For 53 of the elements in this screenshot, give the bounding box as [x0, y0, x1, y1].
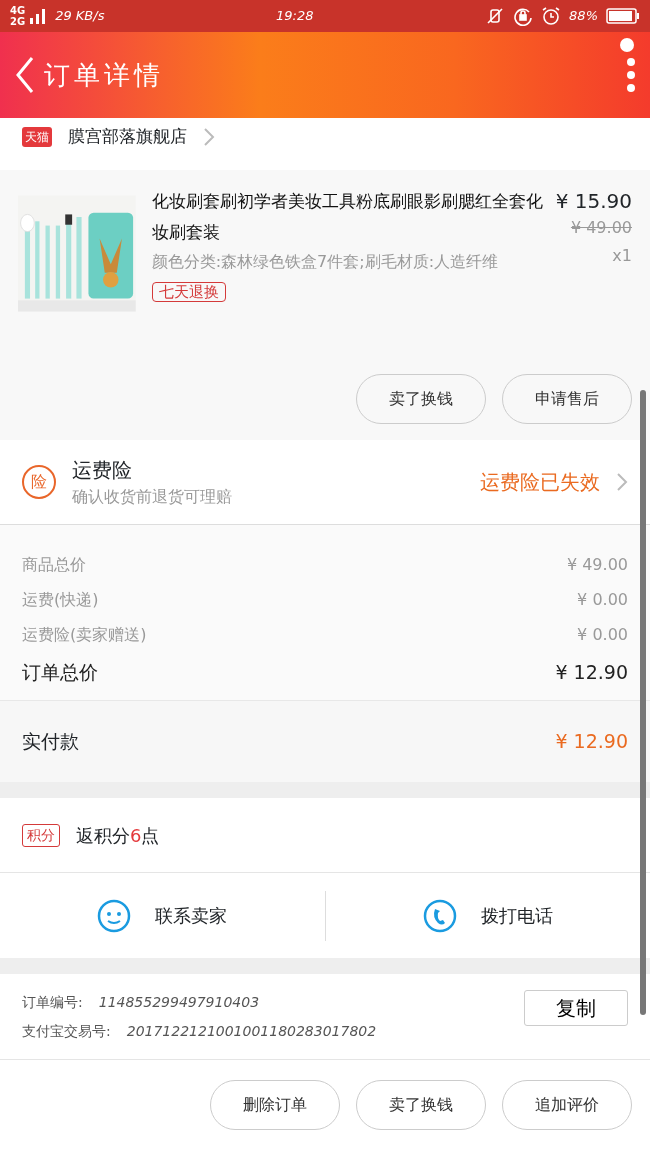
action-button[interactable]: 卖了换钱: [356, 374, 486, 424]
product-title[interactable]: 化妆刷套刷初学者美妆工具粉底刷眼影刷腮红全套化妆刷套装: [151, 186, 546, 248]
insurance-title: 运费险: [72, 457, 133, 484]
cost-value: ¥ 49.00: [566, 553, 628, 576]
cost-label: 运费险(卖家赠送): [22, 623, 147, 646]
quantity: x1: [612, 245, 632, 267]
contact-button[interactable]: 联系卖家: [0, 890, 325, 941]
cost-label: 商品总价: [22, 553, 86, 576]
order-total-label: 订单总价: [22, 659, 98, 685]
phone-icon: [422, 898, 457, 933]
cost-value: ¥ 0.00: [577, 588, 628, 611]
original-price: ¥ 49.00: [570, 217, 632, 239]
chat-icon: [97, 898, 132, 933]
product-variant: 颜色分类:森林绿色铁盒7件套;刷毛材质:人造纤维: [151, 251, 500, 273]
mute-icon: [485, 7, 506, 25]
cost-value: ¥ 0.00: [577, 623, 628, 646]
return-policy-tag: 七天退换: [151, 282, 226, 302]
paid-amount: ¥ 12.90: [555, 729, 628, 755]
network-label: 2G: [10, 16, 26, 27]
action-button[interactable]: 追加评价: [502, 1079, 632, 1130]
cost-label: 运费(快递): [22, 588, 99, 611]
points-text: 返积分6点: [76, 823, 160, 848]
network-speed: 29 KB/s: [55, 7, 105, 26]
info-label: 支付宝交易号:: [22, 1021, 111, 1041]
product-price: ¥ 15.90: [555, 188, 632, 215]
info-label: 订单编号:: [22, 992, 83, 1012]
alarm-icon: [541, 6, 562, 26]
order-total-value: ¥ 12.90: [555, 659, 628, 685]
points-badge: 积分: [22, 823, 60, 847]
chevron-right-icon: [616, 472, 628, 492]
rotation-lock-icon: [513, 6, 534, 26]
action-button[interactable]: 卖了换钱: [356, 1079, 486, 1130]
scrollbar[interactable]: [640, 390, 646, 1015]
copy-button[interactable]: 复制: [524, 990, 628, 1026]
paid-label: 实付款: [22, 729, 79, 755]
more-icon[interactable]: [626, 57, 636, 93]
info-value: 114855299497910403: [98, 992, 260, 1012]
insurance-icon: 险: [22, 465, 56, 499]
notification-dot: [620, 38, 634, 52]
action-button[interactable]: 删除订单: [210, 1079, 340, 1130]
battery-percentage: 88%: [569, 7, 598, 26]
network-label: 4G: [10, 5, 26, 16]
clock: 19:28: [275, 7, 315, 26]
signal-icon: [29, 8, 48, 24]
back-icon[interactable]: [14, 55, 36, 95]
store-name[interactable]: 膜宫部落旗舰店: [68, 124, 187, 150]
store-badge: 天猫: [22, 127, 52, 147]
insurance-subtitle: 确认收货前退货可理赔: [72, 486, 233, 508]
info-value: 2017122121001001180283017802: [126, 1021, 377, 1041]
page-title: 订单详情: [44, 58, 165, 92]
battery-icon: [606, 8, 640, 24]
action-button[interactable]: 申请售后: [502, 374, 632, 424]
chevron-right-icon: [203, 127, 215, 147]
